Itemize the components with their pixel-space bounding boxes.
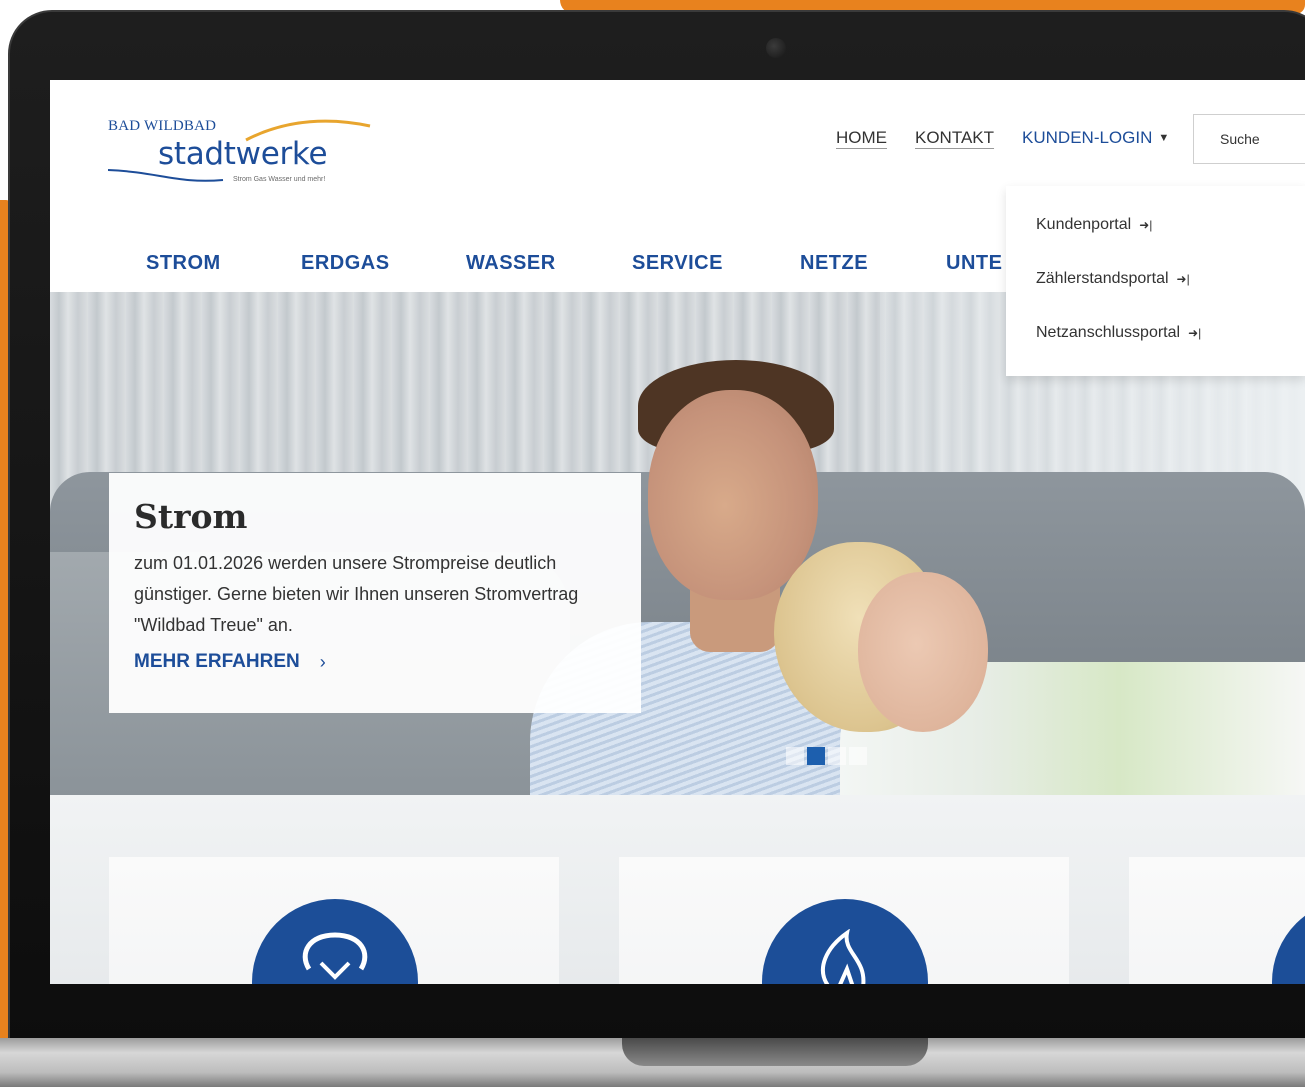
sign-in-icon: ➜| bbox=[1139, 218, 1153, 232]
dropdown-item-netzanschlussportal[interactable]: Netzanschlussportal ➜| bbox=[1036, 324, 1201, 342]
hero-woman-face bbox=[858, 572, 988, 732]
chevron-right-icon: › bbox=[319, 651, 326, 672]
dropdown-item-label: Kundenportal bbox=[1036, 216, 1132, 233]
hero-text: zum 01.01.2026 werden unsere Strompreise… bbox=[134, 553, 579, 635]
main-nav-netze[interactable]: NETZE bbox=[800, 252, 868, 275]
logo-top-text: BAD WILDBAD bbox=[108, 118, 217, 134]
kunden-login-toggle[interactable]: KUNDEN-LOGIN ▼ bbox=[1022, 128, 1169, 148]
mehr-erfahren-link[interactable]: MEHR ERFAHREN › bbox=[134, 651, 616, 673]
browser-screen: BAD WILDBAD stadtwerke Strom Gas Wasser … bbox=[50, 80, 1305, 984]
dropdown-item-label: Netzanschlussportal bbox=[1036, 324, 1181, 341]
dropdown-item-label: Zählerstandsportal bbox=[1036, 270, 1169, 287]
caret-down-icon: ▼ bbox=[1158, 132, 1170, 144]
slider-dot-2[interactable] bbox=[807, 747, 825, 765]
main-nav-service[interactable]: SERVICE bbox=[632, 252, 723, 275]
top-utility-nav: HOME KONTAKT KUNDEN-LOGIN ▼ bbox=[836, 128, 1169, 148]
search-input[interactable] bbox=[1193, 114, 1305, 164]
site-logo[interactable]: BAD WILDBAD stadtwerke Strom Gas Wasser … bbox=[108, 114, 378, 194]
logo-main-text: stadtwerke bbox=[158, 136, 328, 172]
slider-dot-1[interactable] bbox=[786, 747, 804, 765]
mehr-erfahren-label: MEHR ERFAHREN bbox=[134, 651, 300, 672]
dropdown-item-kundenportal[interactable]: Kundenportal ➜| bbox=[1036, 216, 1152, 234]
main-nav-wasser[interactable]: WASSER bbox=[466, 252, 556, 275]
dropdown-item-zaehlerstandsportal[interactable]: Zählerstandsportal ➜| bbox=[1036, 270, 1190, 288]
service-tile-erdgas[interactable] bbox=[619, 857, 1069, 984]
service-tiles-section bbox=[50, 795, 1305, 984]
service-tile-wasser[interactable] bbox=[1129, 857, 1305, 984]
camera-icon bbox=[766, 38, 786, 58]
kunden-login-dropdown: Kundenportal ➜| Zählerstandsportal ➜| Ne… bbox=[1006, 186, 1305, 376]
main-nav-strom[interactable]: STROM bbox=[146, 252, 221, 275]
service-tile-strom[interactable] bbox=[109, 857, 559, 984]
sign-in-icon: ➜| bbox=[1176, 272, 1190, 286]
nav-kontakt-link[interactable]: KONTAKT bbox=[915, 128, 994, 148]
laptop-notch bbox=[622, 1038, 928, 1066]
kunden-login-label: KUNDEN-LOGIN bbox=[1022, 128, 1153, 147]
circle-icon bbox=[1272, 899, 1305, 984]
nav-home-link[interactable]: HOME bbox=[836, 128, 887, 148]
main-nav-unternehmen[interactable]: UNTE bbox=[946, 252, 1002, 275]
hero-title: Strom bbox=[134, 497, 248, 536]
lightbulb-icon bbox=[252, 899, 418, 984]
sign-in-icon: ➜| bbox=[1188, 326, 1202, 340]
flame-icon bbox=[762, 899, 928, 984]
hero-man-head bbox=[648, 390, 818, 600]
hero-caption-card: Strom zum 01.01.2026 werden unsere Strom… bbox=[109, 473, 641, 713]
main-nav-erdgas[interactable]: ERDGAS bbox=[301, 252, 390, 275]
slider-dot-3[interactable] bbox=[828, 747, 846, 765]
slider-pagination bbox=[786, 747, 867, 765]
logo-tagline: Strom Gas Wasser und mehr! bbox=[233, 176, 326, 183]
slider-dot-4[interactable] bbox=[849, 747, 867, 765]
